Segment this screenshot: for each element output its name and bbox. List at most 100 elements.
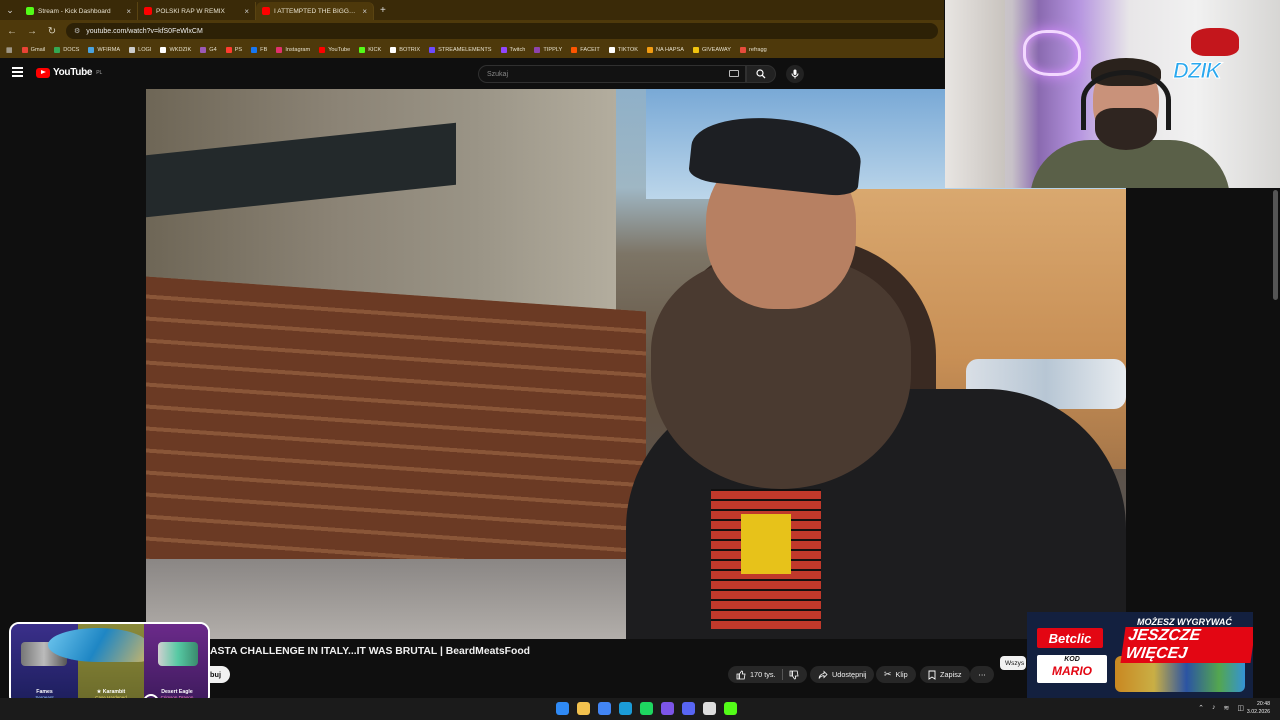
- bookmark-favicon-icon: [692, 47, 699, 53]
- bookmark-label: WKDZIK: [169, 47, 192, 53]
- search-button[interactable]: [746, 65, 776, 83]
- kick-icon: [26, 7, 34, 15]
- close-icon[interactable]: ×: [362, 7, 367, 16]
- bookmark-favicon-icon: [276, 47, 283, 53]
- taskbar-apps: [556, 702, 737, 715]
- webcam-curtain: [945, 0, 1005, 188]
- bookmark-item[interactable]: PS: [225, 47, 242, 53]
- bookmark-item[interactable]: BOTRIX: [390, 47, 420, 53]
- bookmark-favicon-icon: [534, 47, 541, 53]
- tab-active-video[interactable]: I ATTEMPTED THE BIGGEST PA ×: [256, 2, 374, 20]
- bookmark-favicon-icon: [21, 47, 28, 53]
- bookmark-item[interactable]: TIKTOK: [608, 47, 638, 53]
- youtube-header: YouTube PL Szukaj: [0, 58, 944, 88]
- skin-card: Desert Eagle Crimson Dragon: [144, 624, 208, 704]
- tab-search-icon[interactable]: ⌄: [0, 5, 20, 16]
- taskbar-app-icon[interactable]: [640, 702, 653, 715]
- webcam-overlay: DZIK: [945, 0, 1280, 188]
- forward-icon[interactable]: →: [26, 26, 38, 37]
- taskbar-app-icon[interactable]: [703, 702, 716, 715]
- bookmark-item[interactable]: NA HAPSA: [646, 47, 684, 53]
- betclic-logo: Betclic: [1037, 628, 1103, 648]
- close-icon[interactable]: ×: [126, 7, 131, 16]
- taskbar-app-icon[interactable]: [682, 702, 695, 715]
- bookmark-item[interactable]: STREAMELEMENTS: [429, 47, 492, 53]
- bookmark-favicon-icon: [390, 47, 397, 53]
- back-icon[interactable]: ←: [6, 26, 18, 37]
- search-input[interactable]: Szukaj: [478, 65, 746, 83]
- thumbs-down-icon[interactable]: [789, 670, 799, 680]
- skins-overlay: Fames Sergeant ★ Karambit Case Hardened …: [9, 622, 210, 706]
- bookmark-item[interactable]: DOCS: [54, 47, 79, 53]
- youtube-logo[interactable]: YouTube PL: [36, 67, 102, 78]
- boar-icon: [1191, 28, 1239, 56]
- pistol-icon: [158, 642, 198, 666]
- bookmark-label: G4: [209, 47, 217, 53]
- bookmark-favicon-icon: [359, 47, 366, 53]
- url-field[interactable]: ⚙ youtube.com/watch?v=kfS0FeWlxCM: [66, 23, 938, 39]
- taskbar-app-icon[interactable]: [619, 702, 632, 715]
- clip-button[interactable]: ✂ Klip: [876, 666, 916, 683]
- apps-icon[interactable]: ▦: [6, 46, 13, 54]
- bookmark-label: BOTRIX: [399, 47, 421, 53]
- windows-taskbar: ⌃ ♪ ≋ ◫ 20:48 3.02.2026: [0, 698, 1280, 720]
- bookmark-item[interactable]: FB: [251, 47, 267, 53]
- menu-icon[interactable]: [12, 67, 23, 77]
- tab-title: I ATTEMPTED THE BIGGEST PA: [274, 7, 358, 15]
- divider: [781, 669, 783, 680]
- taskbar-app-icon[interactable]: [661, 702, 674, 715]
- speaker-icon[interactable]: ♪: [1212, 704, 1216, 712]
- clock[interactable]: 20:48 3.02.2026: [1247, 700, 1270, 716]
- youtube-play-icon: [36, 67, 50, 78]
- scissors-icon: ✂: [884, 669, 892, 679]
- bookmark-item[interactable]: Instagram: [276, 47, 310, 53]
- bookmark-item[interactable]: refragg: [739, 47, 767, 53]
- tab-title: Stream - Kick Dashboard: [38, 7, 111, 15]
- bookmark-favicon-icon: [160, 47, 167, 53]
- taskbar-app-icon[interactable]: [724, 702, 737, 715]
- bookmark-item[interactable]: WFIRMA: [88, 47, 120, 53]
- bookmark-item[interactable]: KICK: [359, 47, 381, 53]
- system-tray: ⌃ ♪ ≋ ◫: [1198, 704, 1244, 712]
- address-bar-row: ← → ↻ ⚙ youtube.com/watch?v=kfS0FeWlxCM: [0, 20, 944, 42]
- wifi-icon[interactable]: ≋: [1224, 704, 1230, 712]
- bookmark-label: YouTube: [328, 47, 351, 53]
- notification-icon[interactable]: ◫: [1237, 704, 1244, 712]
- new-tab-button[interactable]: +: [374, 5, 392, 16]
- tab-polski-rap[interactable]: POLSKI RAP W REMIX ×: [138, 2, 256, 20]
- save-button[interactable]: Zapisz: [920, 666, 970, 683]
- bookmark-label: Instagram: [285, 47, 311, 53]
- taskbar-app-icon[interactable]: [556, 702, 569, 715]
- share-button[interactable]: Udostępnij: [810, 666, 875, 683]
- voice-search-button[interactable]: [786, 65, 804, 83]
- bookmark-item[interactable]: G4: [200, 47, 217, 53]
- like-button[interactable]: 170 tys.: [736, 670, 776, 680]
- tab-kick-dashboard[interactable]: Stream - Kick Dashboard ×: [20, 2, 138, 20]
- bookmark-item[interactable]: FACEIT: [571, 47, 600, 53]
- bookmark-label: GIVEAWAY: [701, 47, 731, 53]
- keyboard-icon[interactable]: [729, 70, 739, 77]
- chevron-up-icon[interactable]: ⌃: [1198, 704, 1204, 712]
- share-icon: [818, 670, 828, 679]
- bookmark-item[interactable]: WKDZIK: [160, 47, 191, 53]
- like-dislike-group: 170 tys.: [728, 666, 807, 683]
- close-icon[interactable]: ×: [244, 7, 249, 16]
- bookmark-item[interactable]: LOGI: [129, 47, 151, 53]
- taskbar-app-icon[interactable]: [598, 702, 611, 715]
- reload-icon[interactable]: ↻: [46, 26, 58, 37]
- page-scrollbar[interactable]: [1273, 190, 1278, 300]
- promo-code-label: KOD: [1064, 656, 1080, 663]
- bookmark-item[interactable]: Gmail: [21, 47, 45, 53]
- bookmark-item[interactable]: TIPPLY: [534, 47, 562, 53]
- site-info-icon[interactable]: ⚙: [74, 27, 80, 35]
- bookmark-favicon-icon: [88, 47, 95, 53]
- bookmark-item[interactable]: GIVEAWAY: [692, 47, 731, 53]
- more-actions-button[interactable]: ⋯: [970, 666, 994, 683]
- bookmark-favicon-icon: [200, 47, 207, 53]
- bookmark-item[interactable]: YouTube: [319, 47, 350, 53]
- bookmark-label: LOGI: [138, 47, 152, 53]
- bookmark-item[interactable]: Twitch: [500, 47, 525, 53]
- region-code: PL: [96, 69, 103, 76]
- taskbar-app-icon[interactable]: [577, 702, 590, 715]
- filter-chip-all[interactable]: Wszys: [1000, 656, 1026, 670]
